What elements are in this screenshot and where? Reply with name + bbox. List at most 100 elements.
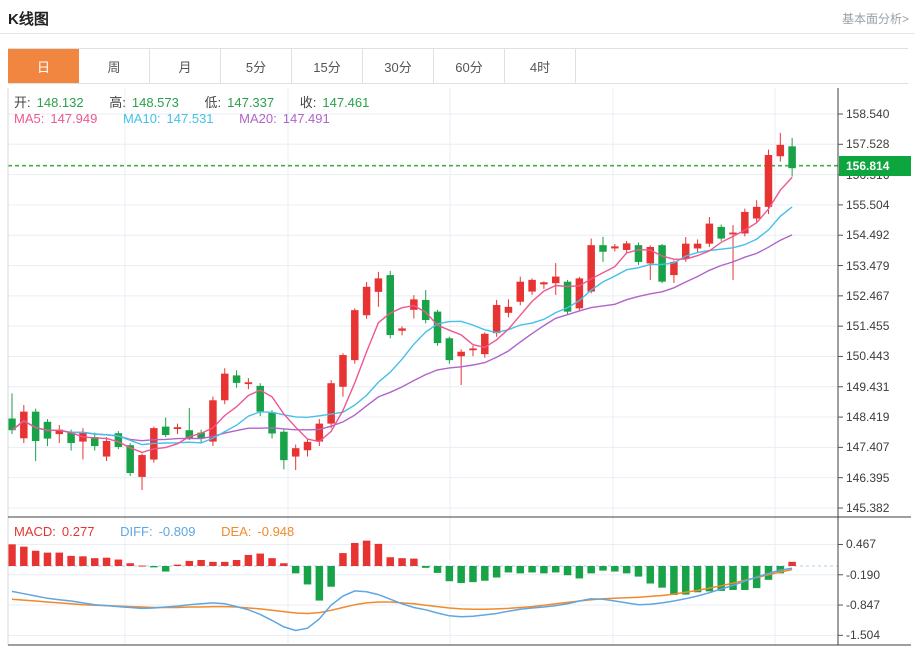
macd-hist-bar [339, 553, 347, 566]
candle-body [776, 144, 785, 157]
dea-value-readout: DEA: -0.948 [221, 524, 295, 539]
candle-body [587, 245, 595, 292]
macd-hist-bar [185, 560, 194, 566]
diff-value-readout: DIFF: -0.809 [120, 524, 196, 539]
macd-hist-bar [197, 560, 205, 566]
macd-hist-bar [540, 566, 548, 574]
price-axis-label: 146.395 [846, 470, 890, 485]
candle-body [622, 243, 631, 250]
macd-hist-bar [398, 558, 406, 566]
price-axis-label: 152.467 [846, 288, 890, 303]
macd-hist-bar [90, 558, 99, 566]
ma10-readout: MA10: 147.531 [122, 111, 214, 126]
candle-body [481, 333, 489, 355]
macd-hist-bar [150, 566, 158, 568]
candle-body [244, 382, 253, 385]
candle-body [634, 245, 643, 262]
macd-hist-bar [481, 566, 489, 581]
macd-hist-bar [528, 566, 536, 573]
macd-hist-bar [492, 566, 501, 578]
macd-hist-bar [102, 557, 111, 566]
candle-body [492, 305, 501, 334]
candle-body [410, 299, 418, 310]
candle-body [268, 412, 276, 434]
ma20-readout: MA20: 147.491 [239, 111, 330, 126]
macd-hist-bar [221, 561, 229, 566]
candle-body [705, 223, 714, 244]
price-axis-label: 145.382 [846, 501, 890, 515]
macd-hist-bar [634, 566, 643, 577]
macd-hist-bar [280, 563, 288, 566]
macd-hist-bar [599, 566, 607, 571]
macd-hist-bar [681, 566, 690, 595]
high-readout: 高: 148.573 [109, 95, 179, 110]
macd-hist-bar [31, 550, 40, 566]
price-axis-label: 155.504 [846, 197, 890, 212]
macd-hist-bar [741, 566, 749, 590]
macd-hist-bar [433, 566, 442, 573]
candle-body [20, 411, 28, 439]
candle-body [528, 279, 536, 292]
price-axis-label: 148.419 [846, 410, 890, 425]
candle-body [351, 310, 359, 361]
candle-body [362, 286, 371, 316]
price-axis-label: 153.479 [846, 258, 890, 273]
macd-readout: MACD: 0.277 DIFF: -0.809 DEA: -0.948 [14, 524, 316, 539]
price-axis-label: 154.492 [846, 228, 890, 243]
macd-hist-bar [244, 554, 253, 566]
kline-page: K线图 基本面分析> 日周月 5分 15分 30分 60分 4时 开: 148.132 高:… [0, 0, 915, 649]
macd-hist-bar [670, 566, 678, 596]
macd-hist-bar [126, 563, 134, 566]
price-axis-label: 150.443 [846, 349, 890, 364]
ohlc-readout: 开: 148.132 高: 148.573 低: 147.337 收: 147.461 [14, 92, 391, 111]
macd-hist-bar [256, 553, 264, 566]
macd-hist-bar [575, 566, 584, 579]
macd-hist-bar [351, 542, 359, 566]
macd-hist-bar [20, 546, 28, 566]
macd-hist-bar [138, 565, 146, 567]
price-axis-label: 157.528 [846, 137, 890, 152]
candle-body [173, 427, 182, 430]
candle-body [516, 281, 525, 302]
macd-axis-label: 0.467 [846, 537, 877, 552]
candle-body [398, 328, 406, 331]
macd-hist-bar [114, 559, 123, 566]
candle-body [280, 431, 288, 461]
candle-body [504, 306, 513, 313]
candle-body [327, 383, 335, 424]
macd-hist-bar [611, 566, 619, 572]
current-price-tag: 156.814 [839, 156, 911, 176]
macd-hist-bar [386, 557, 394, 566]
low-readout: 低: 147.337 [204, 95, 275, 110]
macd-axis-label: -0.190 [846, 567, 881, 582]
macd-hist-bar [504, 566, 513, 573]
candle-body [764, 155, 773, 207]
ma-readout: MA5: 147.949 MA10: 147.531 MA20: 147.491 [14, 111, 352, 126]
macd-hist-bar [173, 564, 182, 566]
macd-hist-bar [232, 560, 241, 566]
candle-body [717, 226, 725, 239]
candle-body [693, 243, 702, 249]
candle-body [575, 278, 584, 309]
macd-hist-bar [303, 566, 312, 585]
candle-body [551, 276, 560, 284]
candle-body [457, 351, 465, 357]
macd-hist-bar [551, 566, 560, 573]
macd-hist-bar [67, 555, 75, 566]
macd-hist-bar [43, 552, 52, 566]
macd-hist-bar [209, 561, 217, 566]
candle-body [433, 311, 442, 344]
macd-hist-bar [788, 561, 796, 566]
macd-hist-bar [268, 558, 276, 566]
candle-body [611, 246, 619, 249]
macd-value-readout: MACD: 0.277 [14, 524, 95, 539]
macd-hist-bar [362, 540, 371, 566]
candle-body [161, 426, 170, 435]
close-readout: 收: 147.461 [299, 95, 370, 110]
macd-hist-bar [516, 566, 525, 574]
macd-hist-bar [327, 566, 335, 587]
macd-hist-bar [658, 566, 666, 588]
macd-hist-bar [717, 566, 725, 591]
macd-hist-bar [410, 558, 418, 566]
macd-axis-label: -1.504 [846, 628, 881, 643]
